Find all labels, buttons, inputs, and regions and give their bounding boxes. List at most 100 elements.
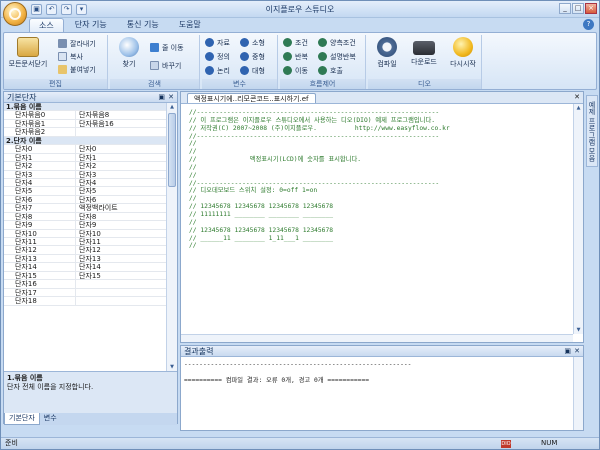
output-scrollbar[interactable] [573,357,583,430]
window-controls: _ □ × [559,3,597,14]
property-value[interactable]: 단자묶음16 [76,120,166,127]
property-value[interactable]: 단자묶음8 [76,111,166,118]
pins-scrollbar[interactable]: ▲ ▼ [166,103,177,371]
property-row[interactable]: 단자1 단자1 [4,153,166,163]
data-button[interactable]: 자료 [205,38,230,49]
define-button[interactable]: 정의 [205,52,230,63]
logic-button[interactable]: 논리 [205,66,230,77]
editor-scroll-up-icon[interactable]: ▲ [574,104,583,112]
editor-document-tab[interactable]: 액정표시기에..리모콘코드..표시하기.ef [187,93,316,103]
property-row[interactable]: 단자3 단자3 [4,170,166,179]
small-type-button[interactable]: 소형 [240,38,265,49]
compile-button[interactable]: 컴파일 [370,37,404,69]
replace-button[interactable]: 바꾸기 [150,61,181,72]
jump-button[interactable]: 이동 [283,66,308,77]
property-value[interactable]: 단자12 [76,246,166,253]
editor-scrollbar[interactable]: ▲ ▼ [573,104,583,334]
scroll-up-icon[interactable]: ▲ [167,103,177,111]
property-value[interactable]: 단자4 [76,179,166,186]
editor-scroll-down-icon[interactable]: ▼ [574,326,583,334]
property-row[interactable]: 단자묶음0 단자묶음8 [4,111,166,120]
goto-line-button[interactable]: 줄 이동 [150,43,184,54]
described-loop-button[interactable]: 설명반복 [318,52,356,63]
tab-variables[interactable]: 변수 [40,413,61,425]
condition-button[interactable]: 조건 [283,38,308,49]
property-value[interactable] [76,280,166,287]
pin-icon[interactable]: ▣ [158,92,165,103]
scroll-down-icon[interactable]: ▼ [167,363,177,371]
large-type-button[interactable]: 대형 [240,66,265,77]
property-row[interactable]: 단자9 단자9 [4,221,166,230]
property-value[interactable]: 단자11 [76,238,166,245]
restart-button[interactable]: 다시시작 [444,37,482,69]
category-header[interactable]: 2.단자 이름 [4,136,166,146]
property-value[interactable]: 단자2 [76,162,166,169]
tab-help[interactable]: 도움말 [170,18,210,32]
property-row[interactable]: 단자7 액정백라이트 [4,204,166,213]
category-header[interactable]: 1.묶음 이름 [4,103,166,112]
property-row[interactable]: 단자2 단자2 [4,162,166,171]
close-all-documents-button[interactable]: 모든문서닫기 [8,37,48,69]
application-menu-button[interactable] [3,2,27,26]
property-row[interactable]: 단자17 [4,288,166,298]
panel-close-icon[interactable]: ✕ [168,92,174,103]
editor-close-icon[interactable]: ✕ [574,93,580,101]
property-row[interactable]: 단자5 단자5 [4,187,166,196]
property-value[interactable] [76,128,166,135]
editor-hscrollbar[interactable] [181,334,573,342]
property-name: 단자묶음0 [4,111,76,119]
property-value[interactable] [76,289,166,296]
property-value[interactable]: 단자10 [76,230,166,237]
property-row[interactable]: 단자12 단자12 [4,246,166,255]
property-row[interactable]: 단자0 단자0 [4,145,166,154]
property-value[interactable]: 단자6 [76,196,166,203]
property-value[interactable]: 단자8 [76,213,166,220]
property-row[interactable]: 단자15 단자15 [4,271,166,281]
maximize-button[interactable]: □ [572,3,584,14]
property-row[interactable]: 단자14 단자14 [4,263,166,272]
property-row[interactable]: 단자8 단자8 [4,212,166,222]
property-row[interactable]: 단자묶음1 단자묶음16 [4,119,166,129]
property-value[interactable]: 단자13 [76,255,166,262]
property-value[interactable]: 단자9 [76,221,166,228]
tab-basic-pins[interactable]: 기본단자 [4,413,40,425]
property-name: 단자10 [4,229,76,237]
tab-pin-functions[interactable]: 단자 기능 [66,18,116,32]
property-value[interactable]: 단자3 [76,171,166,178]
minimize-button[interactable]: _ [559,3,571,14]
copy-button[interactable]: 복사 [58,52,83,63]
close-button[interactable]: × [585,3,597,14]
cut-button[interactable]: 잘라내기 [58,39,96,50]
tab-communication[interactable]: 통신 기능 [118,18,168,32]
download-button[interactable]: 다운로드 [404,37,444,67]
dual-condition-button[interactable]: 양측조건 [318,38,356,49]
code-text-area[interactable]: //--------------------------------------… [181,104,573,334]
property-value[interactable]: 단자1 [76,154,166,161]
paste-icon [58,65,67,74]
property-value[interactable]: 단자14 [76,263,166,270]
output-close-icon[interactable]: ✕ [574,346,580,357]
property-row[interactable]: 단자18 [4,297,166,306]
property-row[interactable]: 단자16 [4,280,166,289]
property-value[interactable] [76,297,166,304]
property-row[interactable]: 단자4 단자4 [4,178,166,188]
property-row[interactable]: 단자묶음2 [4,128,166,137]
property-row[interactable]: 단자6 단자6 [4,195,166,205]
property-value[interactable]: 단자0 [76,145,166,152]
call-button[interactable]: 호출 [318,66,343,77]
find-button[interactable]: 찾기 [114,37,144,69]
paste-button[interactable]: 붙여넣기 [58,65,96,76]
property-value[interactable]: 액정백라이트 [76,204,166,211]
scroll-thumb[interactable] [168,113,176,187]
property-row[interactable]: 단자13 단자13 [4,254,166,264]
medium-type-button[interactable]: 중형 [240,52,265,63]
property-row[interactable]: 단자10 단자10 [4,229,166,238]
property-value[interactable]: 단자5 [76,187,166,194]
help-icon[interactable]: ? [583,19,594,30]
property-value[interactable]: 단자15 [76,272,166,279]
property-row[interactable]: 단자11 단자11 [4,238,166,247]
output-pin-icon[interactable]: ▣ [564,346,571,357]
loop-button[interactable]: 반복 [283,52,308,63]
tab-source[interactable]: 소스 [29,18,64,32]
examples-sidebar-tab[interactable]: 예제 프로그램 모음 [586,95,598,167]
